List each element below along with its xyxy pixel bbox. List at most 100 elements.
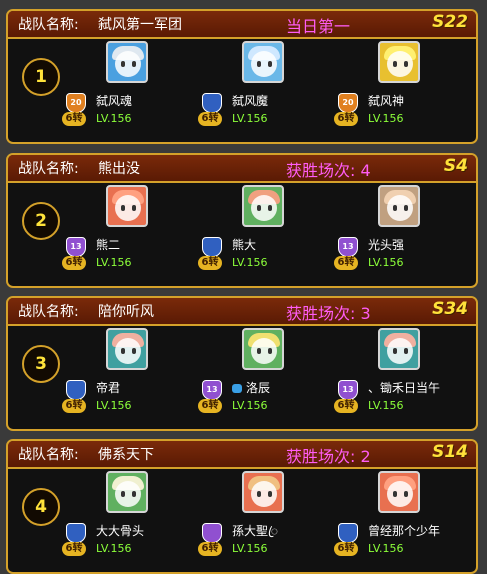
player-avatar-icon[interactable] — [378, 185, 420, 227]
player-avatar-icon[interactable] — [106, 41, 148, 83]
reincarnation-badge: 6转 — [334, 112, 358, 126]
rank-emblem-icon — [334, 521, 360, 543]
server-tag: S4 — [443, 156, 468, 176]
team-member[interactable]: 弑风魔 6转 LV.156 — [198, 41, 382, 131]
rank-emblem-icon: 20 — [62, 91, 88, 113]
team-status: 当日第一 — [286, 17, 351, 36]
team-member[interactable]: 20 弑风魂 6转 LV.156 — [62, 41, 246, 131]
player-level: LV.156 — [96, 542, 132, 555]
rank-emblem-icon: 13 — [62, 235, 88, 257]
server-tag: S34 — [432, 299, 468, 319]
team-member[interactable]: 13 光头强 6转 LV.156 — [334, 185, 476, 275]
player-avatar-icon[interactable] — [242, 328, 284, 370]
rank-emblem-icon — [62, 378, 88, 400]
player-level: LV.156 — [96, 399, 132, 412]
team-label: 战队名称: — [18, 17, 79, 33]
team-header: 战队名称: 熊出没 获胜场次: 4 S4 — [8, 155, 476, 183]
reincarnation-badge: 6转 — [198, 256, 222, 270]
player-level: LV.156 — [96, 256, 132, 269]
rank-badge: 1 — [22, 58, 60, 96]
player-avatar-icon[interactable] — [378, 41, 420, 83]
team-member[interactable]: 13 、锄禾日当午 6转 LV.156 — [334, 328, 476, 418]
player-avatar-icon[interactable] — [242, 185, 284, 227]
rank-emblem-icon: 13 — [198, 378, 224, 400]
player-avatar-icon[interactable] — [378, 328, 420, 370]
rank-emblem-icon: 20 — [334, 91, 360, 113]
player-name: 大大骨头 — [96, 524, 145, 538]
player-level: LV.156 — [96, 112, 132, 125]
reincarnation-badge: 6转 — [62, 542, 86, 556]
team-member[interactable]: 孫大聖ꦿ 6转 LV.156 — [198, 471, 382, 561]
player-name: 、锄禾日当午 — [368, 381, 441, 395]
player-name: 光头强 — [368, 238, 405, 252]
team-name: 熊出没 — [98, 161, 140, 177]
reincarnation-badge: 6转 — [334, 399, 358, 413]
reincarnation-badge: 6转 — [198, 112, 222, 126]
player-avatar-icon[interactable] — [106, 471, 148, 513]
team-card[interactable]: 战队名称: 陪你听风 获胜场次: 3 S34 3 帝君 6转 LV.156 13… — [6, 296, 478, 431]
team-label: 战队名称: — [18, 304, 79, 320]
player-level: LV.156 — [232, 256, 268, 269]
rank-emblem-icon — [198, 235, 224, 257]
team-label: 战队名称: — [18, 447, 79, 463]
server-tag: S14 — [432, 442, 468, 462]
rank-emblem-icon — [62, 521, 88, 543]
reincarnation-badge: 6转 — [62, 112, 86, 126]
team-card[interactable]: 战队名称: 弑风第一军团 当日第一 S22 1 20 弑风魂 6转 LV.156 — [6, 9, 478, 144]
player-avatar-icon[interactable] — [106, 185, 148, 227]
team-member[interactable]: 13 熊二 6转 LV.156 — [62, 185, 246, 275]
team-name: 弑风第一军团 — [98, 17, 182, 33]
player-name: 曾经那个少年 — [368, 524, 441, 538]
team-member[interactable]: 13 洛辰 6转 LV.156 — [198, 328, 382, 418]
team-name: 佛系天下 — [98, 447, 154, 463]
player-name: 弑风魂 — [96, 94, 133, 108]
reincarnation-badge: 6转 — [334, 256, 358, 270]
team-status: 获胜场次: 2 — [286, 447, 371, 466]
team-status: 获胜场次: 3 — [286, 304, 371, 323]
player-name: 洛辰 — [232, 379, 270, 396]
team-member[interactable]: 帝君 6转 LV.156 — [62, 328, 246, 418]
rank-emblem-icon — [198, 91, 224, 113]
player-name: 熊二 — [96, 238, 121, 252]
reincarnation-badge: 6转 — [62, 399, 86, 413]
player-level: LV.156 — [368, 542, 404, 555]
team-member[interactable]: 大大骨头 6转 LV.156 — [62, 471, 246, 561]
player-name: 弑风神 — [368, 94, 405, 108]
rank-emblem-icon — [198, 521, 224, 543]
player-avatar-icon[interactable] — [242, 41, 284, 83]
team-card[interactable]: 战队名称: 熊出没 获胜场次: 4 S4 2 13 熊二 6转 LV.156 熊… — [6, 153, 478, 288]
team-name: 陪你听风 — [98, 304, 154, 320]
player-avatar-icon[interactable] — [242, 471, 284, 513]
team-header: 战队名称: 佛系天下 获胜场次: 2 S14 — [8, 441, 476, 469]
reincarnation-badge: 6转 — [334, 542, 358, 556]
team-header: 战队名称: 陪你听风 获胜场次: 3 S34 — [8, 298, 476, 326]
reincarnation-badge: 6转 — [198, 399, 222, 413]
rank-emblem-icon: 13 — [334, 235, 360, 257]
team-member[interactable]: 曾经那个少年 6转 LV.156 — [334, 471, 476, 561]
team-header: 战队名称: 弑风第一军团 当日第一 S22 — [8, 11, 476, 39]
rank-badge: 4 — [22, 488, 60, 526]
rank-badge: 2 — [22, 202, 60, 240]
server-tag: S22 — [432, 12, 468, 32]
rank-emblem-icon: 13 — [334, 378, 360, 400]
player-avatar-icon[interactable] — [106, 328, 148, 370]
player-level: LV.156 — [368, 112, 404, 125]
pet-icon — [232, 384, 242, 393]
team-status: 获胜场次: 4 — [286, 161, 371, 180]
player-avatar-icon[interactable] — [378, 471, 420, 513]
team-card[interactable]: 战队名称: 佛系天下 获胜场次: 2 S14 4 大大骨头 6转 LV.156 — [6, 439, 478, 574]
team-member[interactable]: 熊大 6转 LV.156 — [198, 185, 382, 275]
reincarnation-badge: 6转 — [62, 256, 86, 270]
player-level: LV.156 — [368, 399, 404, 412]
player-name: 帝君 — [96, 381, 121, 395]
player-name: 弑风魔 — [232, 94, 269, 108]
rank-badge: 3 — [22, 345, 60, 383]
player-level: LV.156 — [232, 399, 268, 412]
player-level: LV.156 — [232, 112, 268, 125]
team-label: 战队名称: — [18, 161, 79, 177]
player-level: LV.156 — [368, 256, 404, 269]
team-member[interactable]: 20 弑风神 6转 LV.156 — [334, 41, 476, 131]
reincarnation-badge: 6转 — [198, 542, 222, 556]
player-level: LV.156 — [232, 542, 268, 555]
player-name: 熊大 — [232, 238, 257, 252]
